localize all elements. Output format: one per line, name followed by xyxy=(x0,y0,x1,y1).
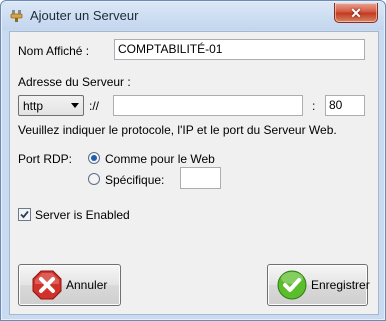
rdp-same-radio[interactable] xyxy=(88,152,100,164)
chevron-down-icon xyxy=(71,103,79,108)
rdp-same-label[interactable]: Comme pour le Web xyxy=(105,152,215,166)
close-icon: ✕ xyxy=(350,4,362,21)
address-hint: Veuillez indiquer le protocole, l'IP et … xyxy=(18,123,337,137)
port-input[interactable]: 80 xyxy=(325,95,365,116)
display-name-input[interactable]: COMPTABILITÉ-01 xyxy=(114,39,365,60)
rdp-specific-radio[interactable] xyxy=(88,173,100,185)
server-enabled-checkbox[interactable] xyxy=(18,208,31,221)
port-separator: : xyxy=(312,99,316,113)
protocol-select[interactable]: http xyxy=(18,95,84,116)
server-address-label: Adresse du Serveur : xyxy=(18,75,131,89)
protocol-separator: :// xyxy=(89,99,100,113)
rdp-port-label: Port RDP: xyxy=(18,152,73,166)
save-button[interactable]: Enregistrer xyxy=(267,264,370,306)
cancel-x-icon xyxy=(32,270,62,300)
server-host-input[interactable] xyxy=(113,95,303,116)
display-name-label: Nom Affiché : xyxy=(18,44,90,58)
app-plug-icon xyxy=(10,10,23,22)
rdp-specific-input[interactable] xyxy=(180,167,221,189)
save-check-icon xyxy=(277,270,307,300)
protocol-selected-value: http xyxy=(23,99,44,113)
window-title: Ajouter un Serveur xyxy=(30,8,139,23)
dialog-window: Ajouter un Serveur ✕ Nom Affiché : COMPT… xyxy=(0,0,386,321)
close-button[interactable]: ✕ xyxy=(334,3,378,23)
title-bar[interactable]: Ajouter un Serveur ✕ xyxy=(2,2,384,30)
server-enabled-label[interactable]: Server is Enabled xyxy=(35,208,130,222)
cancel-button-label: Annuler xyxy=(66,278,108,292)
dialog-body: Nom Affiché : COMPTABILITÉ-01 Adresse du… xyxy=(9,31,379,315)
save-button-label: Enregistrer xyxy=(311,278,370,292)
rdp-specific-label[interactable]: Spécifique: xyxy=(105,173,164,187)
cancel-button[interactable]: Annuler xyxy=(18,264,121,306)
checkmark-icon xyxy=(20,210,29,219)
